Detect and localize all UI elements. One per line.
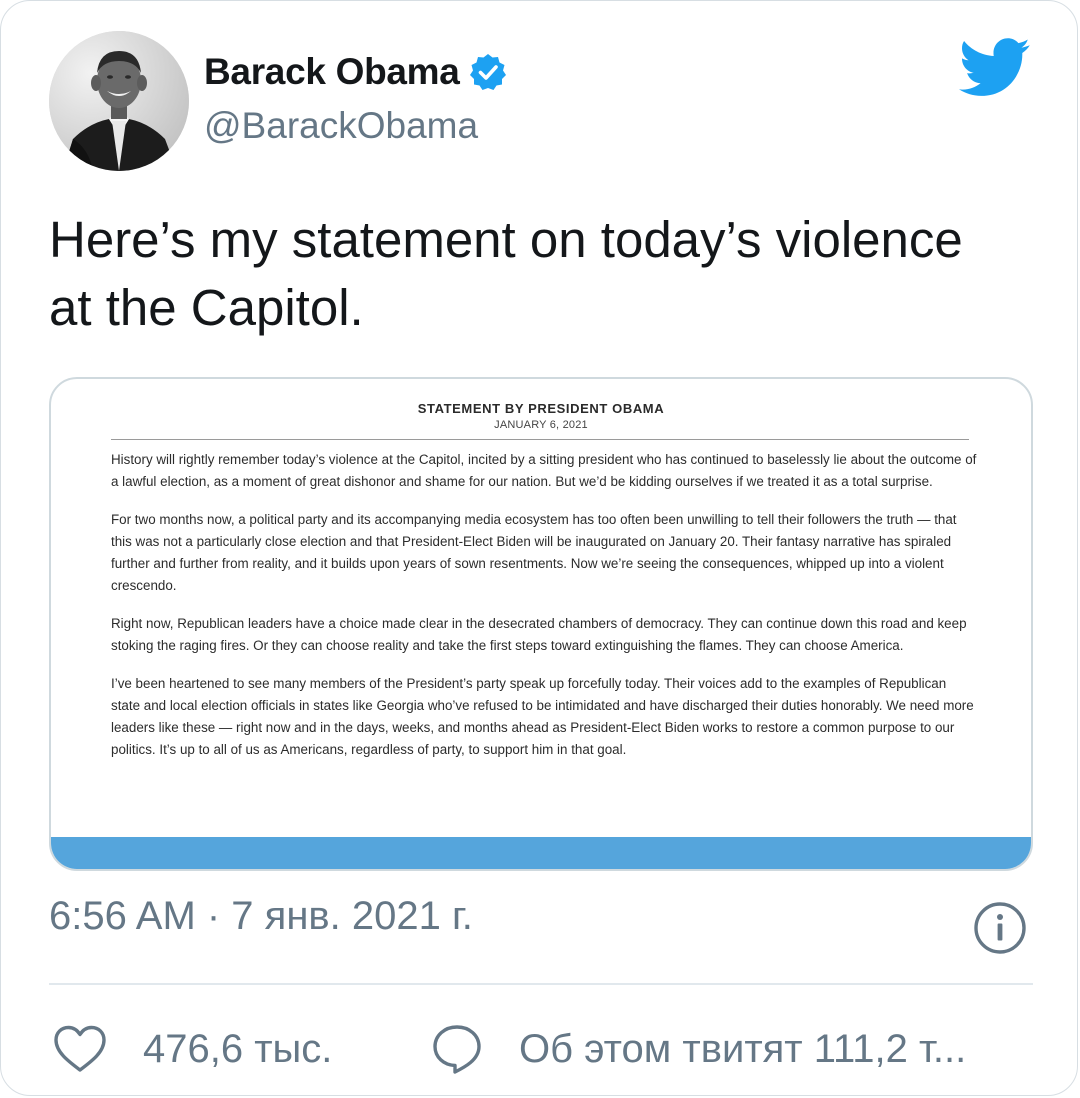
statement-date: JANUARY 6, 2021 bbox=[494, 419, 588, 431]
author-name-row[interactable]: Barack Obama bbox=[204, 49, 508, 95]
twitter-bird-icon[interactable] bbox=[959, 37, 1031, 99]
tweet-text: Here’s my statement on today’s violence … bbox=[49, 211, 963, 336]
statement-paragraph: History will rightly remember today’s vi… bbox=[111, 452, 977, 489]
statement-divider bbox=[111, 439, 969, 440]
like-count: 476,6 тыс. bbox=[143, 1026, 333, 1071]
display-name[interactable]: Barack Obama bbox=[204, 51, 460, 93]
tweet-timestamp[interactable]: 6:56 AM · 7 янв. 2021 г. bbox=[49, 894, 473, 939]
info-icon[interactable] bbox=[973, 901, 1027, 955]
speech-bubble-icon bbox=[433, 1025, 481, 1074]
like-button[interactable]: 476,6 тыс. bbox=[53, 1023, 332, 1075]
tweet-card: Barack Obama @BarackObama Here’s my stat… bbox=[0, 0, 1078, 1096]
statement-footer-band bbox=[51, 837, 1031, 869]
profile-photo bbox=[49, 31, 189, 171]
avatar[interactable] bbox=[49, 31, 189, 171]
quote-tweets-link[interactable]: Об этом твитят 111,2 т... bbox=[431, 1023, 966, 1075]
statement-paragraph: Right now, Republican leaders have a cho… bbox=[111, 616, 967, 653]
heart-icon bbox=[54, 1025, 106, 1072]
statement-paragraph: I’ve been heartened to see many members … bbox=[111, 676, 974, 757]
statement-title: STATEMENT BY PRESIDENT OBAMA bbox=[417, 401, 665, 416]
statement-paragraph: For two months now, a political party an… bbox=[111, 512, 957, 593]
statement-image[interactable]: STATEMENT BY PRESIDENT OBAMA JANUARY 6, … bbox=[49, 377, 1033, 871]
user-handle[interactable]: @BarackObama bbox=[204, 105, 478, 147]
verified-badge-icon bbox=[469, 54, 506, 90]
quote-tweets-count: Об этом твитят 111,2 т... bbox=[519, 1026, 967, 1071]
statement-body: History will rightly remember today’s vi… bbox=[111, 449, 977, 777]
divider bbox=[49, 983, 1033, 985]
